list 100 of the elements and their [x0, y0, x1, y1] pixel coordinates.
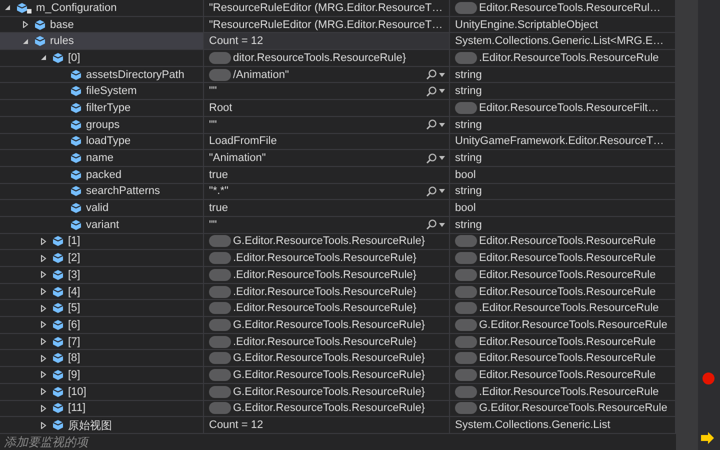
cube-icon — [70, 85, 82, 98]
variable-type: Editor.ResourceTools.ResourceRule — [479, 286, 656, 298]
add-watch-placeholder[interactable]: 添加要监视的项 — [4, 434, 88, 450]
collapsed-arrow-icon[interactable] — [40, 288, 46, 296]
name-cell[interactable]: [3] — [0, 267, 204, 283]
name-cell[interactable]: base — [0, 16, 204, 32]
name-cell[interactable]: [1] — [0, 234, 204, 250]
expanded-arrow-icon[interactable] — [22, 38, 28, 45]
cube-icon — [70, 102, 82, 114]
variable-type: System.Collections.Generic.List — [455, 419, 610, 432]
variable-name: [4] — [68, 286, 80, 298]
dropdown-caret-icon[interactable] — [439, 189, 445, 194]
variable-value: G.Editor.ResourceTools.ResourceRule} — [233, 235, 425, 248]
redaction-mark — [209, 52, 231, 64]
collapsed-arrow-icon[interactable] — [40, 254, 46, 262]
collapsed-arrow-icon[interactable] — [40, 321, 46, 328]
cube-icon — [70, 168, 82, 181]
variable-type: G.Editor.ResourceTools.ResourceRule — [479, 318, 668, 331]
name-cell[interactable]: assetsDirectoryPath — [0, 66, 204, 82]
variable-value: .Editor.ResourceTools.ResourceRule} — [233, 302, 416, 314]
dropdown-caret-icon[interactable] — [439, 89, 445, 94]
dropdown-caret-icon[interactable] — [439, 122, 445, 127]
variable-value: Root — [209, 102, 232, 114]
collapsed-arrow-icon[interactable] — [40, 388, 46, 396]
cube-icon — [52, 352, 64, 364]
redaction-mark — [455, 252, 477, 264]
search-icon[interactable] — [426, 119, 437, 130]
cube-icon — [34, 35, 46, 48]
collapsed-arrow-icon[interactable] — [40, 304, 46, 312]
collapsed-arrow-icon[interactable] — [40, 271, 46, 278]
variable-name: [8] — [68, 352, 80, 364]
name-cell[interactable]: packed — [0, 166, 204, 183]
search-icon[interactable] — [426, 69, 437, 80]
name-cell[interactable]: [4] — [0, 284, 204, 300]
name-cell[interactable]: variant — [0, 216, 204, 233]
variable-name: [11] — [68, 402, 86, 414]
breakpoint-icon[interactable] — [702, 372, 715, 385]
variable-value: .Editor.ResourceTools.ResourceRule} — [233, 252, 416, 264]
variable-type: bool — [455, 168, 476, 181]
collapsed-arrow-icon[interactable] — [40, 338, 46, 346]
name-cell[interactable]: [2] — [0, 250, 204, 266]
variable-name: [5] — [68, 302, 80, 314]
name-cell[interactable]: [10] — [0, 384, 204, 400]
collapsed-arrow-icon[interactable] — [40, 422, 46, 429]
variable-value: Count = 12 — [209, 419, 264, 432]
redaction-mark — [209, 286, 231, 298]
search-icon[interactable] — [426, 219, 437, 230]
variable-type: Editor.ResourceTools.ResourceRule — [479, 352, 656, 364]
expanded-arrow-icon[interactable] — [4, 4, 10, 12]
variable-name: assetsDirectoryPath — [86, 68, 184, 81]
collapsed-arrow-icon[interactable] — [40, 238, 46, 245]
variable-type: string — [455, 152, 482, 164]
variable-value: G.Editor.ResourceTools.ResourceRule} — [233, 386, 425, 398]
variable-value: "" — [209, 118, 217, 131]
name-cell[interactable]: [6] — [0, 317, 204, 333]
cube-icon — [70, 185, 82, 198]
dropdown-caret-icon[interactable] — [439, 72, 445, 77]
variable-name: groups — [86, 118, 120, 131]
redaction-mark — [455, 102, 477, 114]
name-cell[interactable]: filterType — [0, 100, 204, 116]
redaction-mark — [209, 352, 231, 364]
name-cell[interactable]: [7] — [0, 334, 204, 350]
name-cell[interactable]: rules — [0, 33, 204, 50]
cube-icon — [52, 386, 64, 398]
redaction-mark — [455, 318, 477, 331]
name-cell[interactable]: groups — [0, 116, 204, 132]
name-cell[interactable]: [5] — [0, 300, 204, 316]
cube-icon — [70, 118, 82, 131]
redaction-mark — [209, 386, 231, 398]
name-cell[interactable]: name — [0, 150, 204, 166]
search-icon[interactable] — [426, 186, 437, 197]
name-cell[interactable]: [0] — [0, 50, 204, 66]
collapsed-arrow-icon[interactable] — [40, 354, 46, 362]
dropdown-caret-icon[interactable] — [439, 222, 445, 227]
expanded-arrow-icon[interactable] — [40, 54, 46, 62]
collapsed-arrow-icon[interactable] — [40, 371, 46, 378]
collapsed-arrow-icon[interactable] — [40, 404, 46, 412]
cube-icon — [52, 252, 64, 264]
redaction-mark — [455, 368, 477, 381]
search-icon[interactable] — [426, 86, 437, 97]
name-cell[interactable]: [9] — [0, 367, 204, 383]
name-cell[interactable]: loadType — [0, 134, 204, 150]
name-cell[interactable]: fileSystem — [0, 83, 204, 100]
name-cell[interactable]: valid — [0, 200, 204, 216]
redaction-mark — [455, 268, 477, 281]
name-cell[interactable]: m_Configuration — [0, 0, 204, 16]
name-cell[interactable]: 原始视图 — [0, 417, 204, 433]
variable-type: System.Collections.Generic.List<MRG.E… — [455, 35, 664, 48]
variable-name: searchPatterns — [86, 185, 160, 198]
cube-icon — [70, 218, 82, 231]
dropdown-caret-icon[interactable] — [439, 156, 445, 160]
search-icon[interactable] — [426, 152, 437, 164]
variable-type: G.Editor.ResourceTools.ResourceRule — [479, 402, 668, 414]
variable-name: [10] — [68, 386, 86, 398]
name-cell[interactable]: searchPatterns — [0, 184, 204, 200]
scrollbar-track[interactable] — [676, 0, 698, 450]
name-cell[interactable]: [11] — [0, 400, 204, 416]
variable-value: G.Editor.ResourceTools.ResourceRule} — [233, 368, 425, 381]
name-cell[interactable]: [8] — [0, 350, 204, 366]
collapsed-arrow-icon[interactable] — [22, 21, 28, 28]
